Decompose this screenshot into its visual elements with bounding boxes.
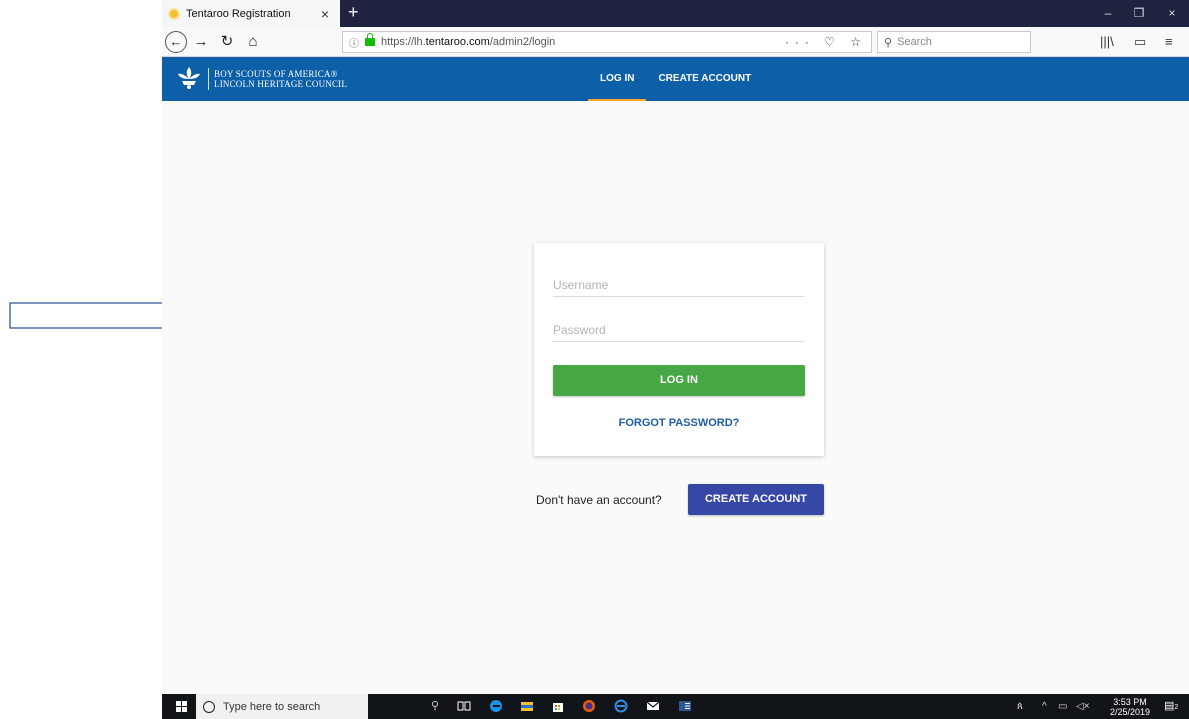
lock-icon [365, 33, 375, 46]
back-icon[interactable]: ← [165, 31, 187, 53]
clock-time: 3:53 PM [1113, 697, 1147, 707]
tab-close-icon[interactable]: × [316, 6, 334, 22]
page-actions-icon[interactable]: ··· ♡ ☆ [785, 32, 867, 52]
windows-taskbar: Type here to search ⚲ ጰ ^ ▭ ◁× 3:53 PM 2… [162, 694, 1189, 719]
task-view-icon[interactable] [457, 699, 471, 713]
forgot-password-link[interactable]: FORGOT PASSWORD? [553, 417, 805, 429]
nav-login[interactable]: LOG IN [588, 57, 647, 101]
clock-date: 2/25/2019 [1109, 707, 1151, 717]
microphone-icon[interactable]: ⚲ [428, 699, 442, 713]
new-tab-button[interactable]: + [348, 0, 359, 27]
org-name: BOY SCOUTS OF AMERICA® [214, 69, 338, 79]
people-icon[interactable]: ጰ [1017, 694, 1023, 719]
search-icon: ⚲ [884, 36, 893, 49]
browser-search-placeholder: Search [897, 36, 932, 48]
browser-tab[interactable]: Tentaroo Registration × [162, 0, 340, 27]
minimize-icon[interactable]: – [1093, 0, 1123, 27]
cortana-icon [203, 700, 215, 713]
menu-icon[interactable]: ≡ [1165, 31, 1173, 53]
taskbar-clock[interactable]: 3:53 PM 2/25/2019 [1107, 697, 1153, 717]
username-input[interactable] [553, 274, 804, 297]
forward-icon[interactable]: → [192, 31, 210, 53]
tab-favicon-icon [170, 9, 178, 18]
logo-divider [208, 68, 209, 90]
store-icon[interactable] [551, 699, 565, 713]
site-header: BOY SCOUTS OF AMERICA® LINCOLN HERITAGE … [162, 57, 1189, 101]
notification-count: 2 [1174, 704, 1179, 711]
site-info-icon[interactable]: ⓘ [349, 35, 359, 50]
login-button[interactable]: LOG IN [553, 365, 805, 396]
login-card: LOG IN FORGOT PASSWORD? [534, 243, 824, 456]
screenshot-frame: Tentaroo Registration × + – ❐ × ← → ↻ ⌂ … [162, 0, 1189, 719]
windows-start-icon[interactable] [176, 701, 187, 712]
library-icon[interactable]: |||\ [1100, 31, 1114, 53]
reload-icon[interactable]: ↻ [218, 31, 236, 53]
url-text: https://lh.tentaroo.com/admin2/login [381, 36, 556, 48]
internet-explorer-icon[interactable] [614, 699, 628, 713]
taskbar-search-placeholder: Type here to search [223, 700, 321, 713]
council-name: LINCOLN HERITAGE COUNCIL [214, 79, 348, 89]
org-logo-text[interactable]: BOY SCOUTS OF AMERICA® LINCOLN HERITAGE … [214, 69, 347, 89]
tray-chevron-icon[interactable]: ^ [1042, 694, 1047, 719]
nav-create-account[interactable]: CREATE ACCOUNT [646, 57, 763, 101]
notifications-icon[interactable]: ▤2 [1164, 694, 1178, 719]
mail-icon[interactable] [646, 699, 660, 713]
create-account-button[interactable]: CREATE ACCOUNT [688, 484, 824, 515]
edge-icon[interactable] [489, 699, 503, 713]
password-input[interactable] [553, 319, 804, 342]
home-icon[interactable]: ⌂ [244, 31, 262, 53]
word-icon[interactable] [678, 699, 692, 713]
firefox-icon[interactable] [582, 699, 596, 713]
sidebar-icon[interactable]: ▭ [1134, 31, 1146, 53]
browser-tab-bar: Tentaroo Registration × + – ❐ × [162, 0, 1189, 27]
site-nav: LOG IN CREATE ACCOUNT [588, 57, 763, 101]
address-bar[interactable]: ⓘ https://lh.tentaroo.com/admin2/login ·… [342, 31, 872, 53]
restore-icon[interactable]: ❐ [1124, 0, 1154, 27]
volume-icon[interactable]: ◁× [1076, 694, 1090, 719]
file-explorer-icon[interactable] [520, 699, 534, 713]
tab-title: Tentaroo Registration [186, 7, 291, 20]
no-account-text: Don't have an account? [536, 493, 662, 507]
network-icon[interactable]: ▭ [1058, 694, 1067, 719]
browser-nav-bar: ← → ↻ ⌂ ⓘ https://lh.tentaroo.com/admin2… [162, 27, 1189, 57]
browser-search-input[interactable]: ⚲ Search [877, 31, 1031, 53]
bsa-emblem-icon [178, 67, 200, 89]
taskbar-search-input[interactable]: Type here to search [196, 694, 368, 719]
window-close-icon[interactable]: × [1157, 0, 1187, 27]
